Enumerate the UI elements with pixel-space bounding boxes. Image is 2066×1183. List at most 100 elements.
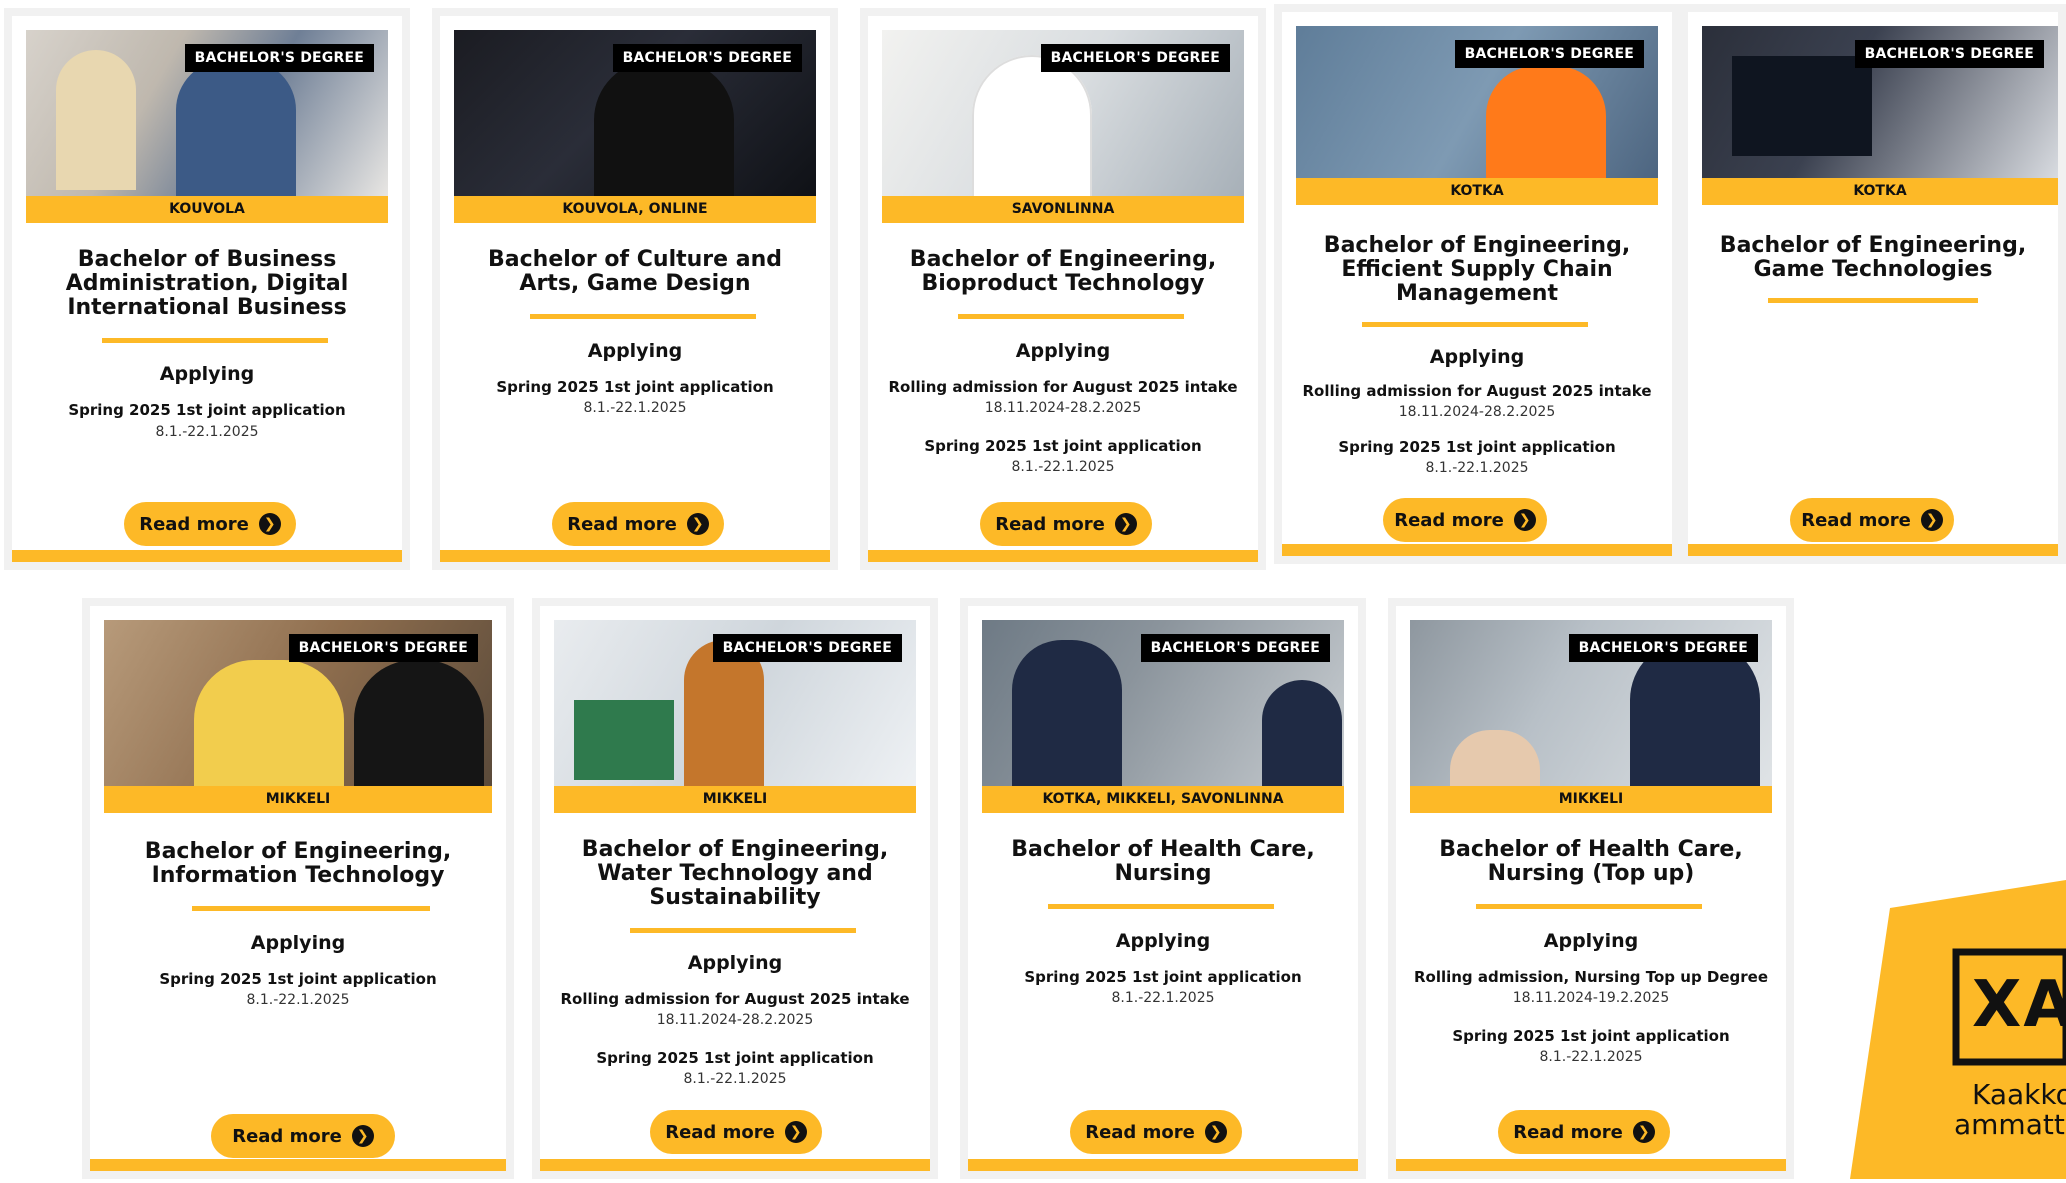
program-title[interactable]: Bachelor of Culture and Arts, Game Desig… xyxy=(460,248,810,296)
divider xyxy=(958,314,1184,319)
read-more-button[interactable]: Read more ❯ xyxy=(1790,498,1954,542)
logo-text-line2: ammatt xyxy=(1954,1108,2065,1141)
location-label: KOUVOLA, ONLINE xyxy=(454,196,816,223)
arrow-right-icon: ❯ xyxy=(1920,509,1943,531)
program-card[interactable]: BACHELOR'S DEGREE MIKKELI Bachelor of En… xyxy=(532,598,938,1179)
program-title[interactable]: Bachelor of Business Administration, Dig… xyxy=(32,248,382,320)
arrow-right-icon: ❯ xyxy=(1632,1121,1655,1143)
read-more-button[interactable]: Read more ❯ xyxy=(552,502,724,546)
divider xyxy=(1048,904,1274,909)
application-label: Rolling admission for August 2025 intake xyxy=(1302,382,1652,400)
degree-badge: BACHELOR'S DEGREE xyxy=(1454,40,1644,68)
program-image: BACHELOR'S DEGREE xyxy=(1296,26,1658,178)
degree-badge: BACHELOR'S DEGREE xyxy=(1568,634,1758,662)
program-title[interactable]: Bachelor of Engineering, Information Tec… xyxy=(110,840,486,888)
applying-heading: Applying xyxy=(587,340,683,362)
program-image: BACHELOR'S DEGREE xyxy=(1702,26,2058,178)
location-label: SAVONLINNA xyxy=(882,196,1244,223)
read-more-label: Read more xyxy=(567,513,677,535)
card-bottom-bar xyxy=(1396,1159,1786,1171)
program-card[interactable]: BACHELOR'S DEGREE KOTKA Bachelor of Engi… xyxy=(1274,4,1680,564)
applying-heading: Applying xyxy=(687,952,783,974)
divider xyxy=(1768,298,1978,303)
divider xyxy=(102,338,328,343)
divider xyxy=(630,928,856,933)
program-image: BACHELOR'S DEGREE xyxy=(554,620,916,786)
application-date: 8.1.-22.1.2025 xyxy=(155,424,259,440)
program-image: BACHELOR'S DEGREE xyxy=(454,30,816,196)
application-label: Spring 2025 1st joint application xyxy=(68,401,346,419)
location-label: MIKKELI xyxy=(554,786,916,813)
program-title[interactable]: Bachelor of Engineering, Efficient Suppl… xyxy=(1302,234,1652,306)
program-card[interactable]: BACHELOR'S DEGREE SAVONLINNA Bachelor of… xyxy=(860,8,1266,570)
read-more-button[interactable]: Read more ❯ xyxy=(1070,1110,1242,1154)
program-image: BACHELOR'S DEGREE xyxy=(104,620,492,786)
read-more-label: Read more xyxy=(1085,1121,1195,1143)
read-more-label: Read more xyxy=(232,1125,342,1147)
application-date: 8.1.-22.1.2025 xyxy=(1539,1049,1643,1065)
arrow-right-icon: ❯ xyxy=(686,513,709,535)
arrow-right-icon: ❯ xyxy=(258,513,281,535)
read-more-label: Read more xyxy=(1513,1121,1623,1143)
arrow-right-icon: ❯ xyxy=(1114,513,1137,535)
degree-badge: BACHELOR'S DEGREE xyxy=(712,634,902,662)
application-date: 18.11.2024-28.2.2025 xyxy=(656,1012,814,1028)
divider xyxy=(192,906,430,911)
program-title[interactable]: Bachelor of Health Care, Nursing xyxy=(988,838,1338,886)
applying-heading: Applying xyxy=(1115,930,1211,952)
read-more-button[interactable]: Read more ❯ xyxy=(650,1110,822,1154)
application-date: 8.1.-22.1.2025 xyxy=(583,400,687,416)
program-card[interactable]: BACHELOR'S DEGREE KOUVOLA, ONLINE Bachel… xyxy=(432,8,838,570)
program-card[interactable]: BACHELOR'S DEGREE KOTKA, MIKKELI, SAVONL… xyxy=(960,598,1366,1179)
read-more-button[interactable]: Read more ❯ xyxy=(1498,1110,1670,1154)
program-title[interactable]: Bachelor of Engineering, Game Technologi… xyxy=(1708,234,2038,282)
application-label: Spring 2025 1st joint application xyxy=(596,1049,874,1067)
degree-badge: BACHELOR'S DEGREE xyxy=(1854,40,2044,68)
divider xyxy=(530,314,756,319)
read-more-button[interactable]: Read more ❯ xyxy=(1383,498,1547,542)
application-date: 18.11.2024-28.2.2025 xyxy=(1398,404,1556,420)
application-label: Spring 2025 1st joint application xyxy=(1452,1027,1730,1045)
application-label: Spring 2025 1st joint application xyxy=(1338,438,1616,456)
card-bottom-bar xyxy=(868,550,1258,562)
degree-badge: BACHELOR'S DEGREE xyxy=(288,634,478,662)
program-title[interactable]: Bachelor of Engineering, Bioproduct Tech… xyxy=(888,248,1238,296)
read-more-button[interactable]: Read more ❯ xyxy=(980,502,1152,546)
applying-heading: Applying xyxy=(250,932,346,954)
program-card[interactable]: BACHELOR'S DEGREE KOTKA Bachelor of Engi… xyxy=(1680,4,2066,564)
application-date: 8.1.-22.1.2025 xyxy=(683,1071,787,1087)
program-card[interactable]: BACHELOR'S DEGREE MIKKELI Bachelor of He… xyxy=(1388,598,1794,1179)
location-label: KOTKA xyxy=(1296,178,1658,205)
degree-badge: BACHELOR'S DEGREE xyxy=(1140,634,1330,662)
read-more-label: Read more xyxy=(1801,509,1911,531)
card-bottom-bar xyxy=(1688,544,2058,556)
card-bottom-bar xyxy=(968,1159,1358,1171)
degree-badge: BACHELOR'S DEGREE xyxy=(1040,44,1230,72)
application-label: Spring 2025 1st joint application xyxy=(924,437,1202,455)
location-label: KOTKA xyxy=(1702,178,2058,205)
read-more-label: Read more xyxy=(665,1121,775,1143)
application-date: 8.1.-22.1.2025 xyxy=(1111,990,1215,1006)
arrow-right-icon: ❯ xyxy=(784,1121,807,1143)
read-more-button[interactable]: Read more ❯ xyxy=(124,502,296,546)
program-card[interactable]: BACHELOR'S DEGREE MIKKELI Bachelor of En… xyxy=(82,598,514,1179)
application-date: 8.1.-22.1.2025 xyxy=(1425,460,1529,476)
logo-text-line1: Kaakko xyxy=(1972,1078,2066,1111)
program-title[interactable]: Bachelor of Engineering, Water Technolog… xyxy=(560,838,910,910)
application-label: Spring 2025 1st joint application xyxy=(496,378,774,396)
degree-badge: BACHELOR'S DEGREE xyxy=(184,44,374,72)
program-title[interactable]: Bachelor of Health Care, Nursing (Top up… xyxy=(1416,838,1766,886)
card-bottom-bar xyxy=(1282,544,1672,556)
program-card[interactable]: BACHELOR'S DEGREE KOUVOLA Bachelor of Bu… xyxy=(4,8,410,570)
application-label: Spring 2025 1st joint application xyxy=(1024,968,1302,986)
read-more-label: Read more xyxy=(995,513,1105,535)
card-bottom-bar xyxy=(440,550,830,562)
xamk-logo[interactable]: XA Kaakko ammatt xyxy=(1850,880,2066,1179)
location-label: MIKKELI xyxy=(1410,786,1772,813)
application-label: Rolling admission for August 2025 intake xyxy=(888,378,1238,396)
read-more-button[interactable]: Read more ❯ xyxy=(211,1114,395,1158)
applying-heading: Applying xyxy=(1429,346,1525,368)
location-label: KOUVOLA xyxy=(26,196,388,223)
applying-heading: Applying xyxy=(1015,340,1111,362)
application-label: Rolling admission, Nursing Top up Degree xyxy=(1413,968,1769,986)
